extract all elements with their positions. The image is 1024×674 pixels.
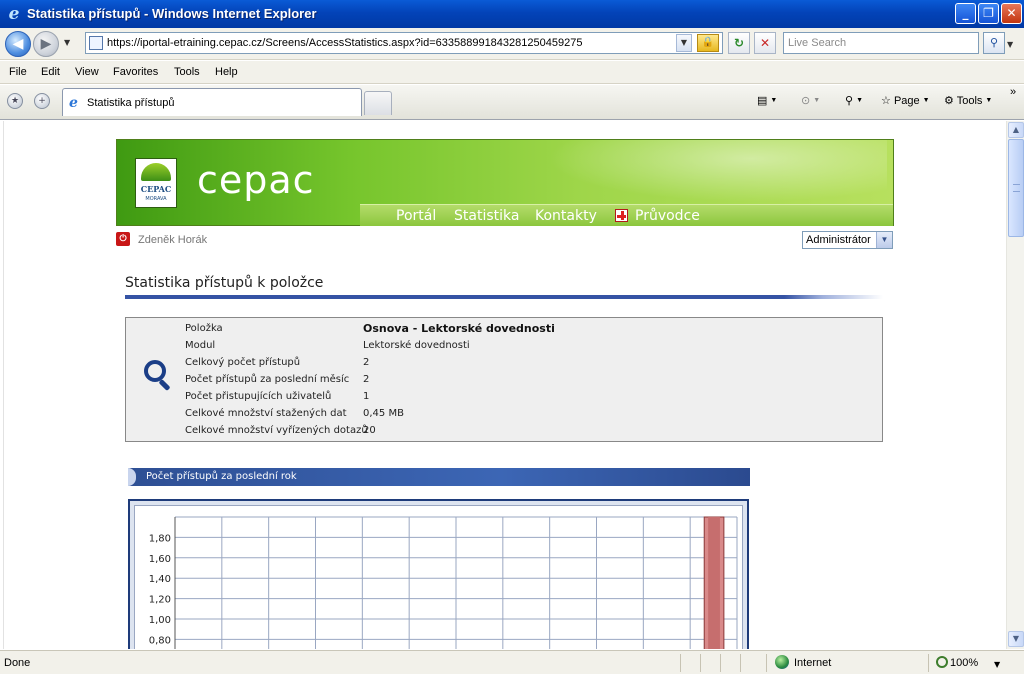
security-zone[interactable]: Internet	[775, 655, 831, 671]
chevron-down-icon[interactable]: ▼	[876, 232, 892, 248]
status-text: Done	[4, 657, 31, 669]
chart-bar-shade	[708, 517, 720, 649]
y-tick-label: 1,60	[149, 554, 171, 565]
tab-bar: ★ + e Statistika přístupů ▤ ▼ ⊙ ▼ ⚲ ▼ ☆ Pag…	[0, 85, 1024, 120]
vertical-scrollbar[interactable]: ▲ ▼	[1006, 121, 1024, 649]
info-row: Modul Lektorské dovednosti	[185, 340, 470, 351]
add-favorite-icon[interactable]: +	[34, 93, 50, 109]
y-tick-label: 1,80	[149, 533, 171, 544]
window-title: Statistika přístupů - Windows Internet E…	[27, 6, 317, 21]
address-bar[interactable]: https://iportal-etraining.cepac.cz/Scree…	[85, 32, 723, 54]
user-row: ⏻ Zdeněk Horák Administrátor ▼	[116, 231, 894, 249]
print-icon[interactable]: ⊙ ▼	[801, 94, 820, 108]
title-underline	[125, 295, 883, 299]
stop-button[interactable]: ✕	[754, 32, 776, 54]
role-select[interactable]: Administrátor ▼	[802, 231, 893, 249]
more-commands[interactable]: »	[1010, 85, 1016, 99]
lock-icon[interactable]: 🔒	[697, 34, 719, 52]
research-icon[interactable]: ⚲ ▼	[845, 94, 863, 108]
menu-view[interactable]: View	[75, 65, 99, 80]
info-row: Celkové množství vyřízených dotazů 20	[185, 425, 376, 436]
logout-icon[interactable]: ⏻	[116, 232, 130, 246]
window-title-bar: e Statistika přístupů - Windows Internet…	[0, 0, 1024, 28]
menu-tools[interactable]: Tools	[174, 65, 200, 80]
access-chart: 1,80 1,60 1,40 1,20 1,00 0,80	[149, 516, 738, 649]
red-cross-icon	[615, 209, 628, 222]
live-search-input[interactable]: Live Search	[783, 32, 979, 54]
scroll-up-icon[interactable]: ▲	[1008, 122, 1024, 138]
search-icon[interactable]: ⚲	[983, 32, 1005, 54]
history-dropdown-icon[interactable]: ▼	[64, 38, 70, 47]
menu-edit[interactable]: Edit	[41, 65, 60, 80]
nav-pruvodce[interactable]: Průvodce	[635, 207, 700, 225]
y-tick-label: 1,40	[149, 574, 171, 585]
scroll-thumb[interactable]	[1008, 139, 1024, 237]
chart-area: 1,80 1,60 1,40 1,20 1,00 0,80	[134, 505, 743, 649]
feeds-icon[interactable]: ▤ ▼	[757, 94, 777, 108]
info-row: Celkové množství stažených dat 0,45 MB	[185, 408, 404, 419]
search-dropdown-icon[interactable]: ▼	[1007, 40, 1013, 49]
ie-logo-icon: e	[8, 4, 20, 24]
refresh-button[interactable]: ↻	[728, 32, 750, 54]
minimize-button[interactable]: _	[955, 3, 976, 24]
y-tick-label: 1,00	[149, 615, 171, 626]
zoom-dropdown-icon[interactable]: ▼	[994, 660, 1000, 669]
brand-name: cepac	[197, 158, 315, 202]
y-tick-label: 0,80	[149, 635, 171, 646]
restore-button[interactable]: ❐	[978, 3, 999, 24]
status-bar: Done Internet 100% ▼	[0, 650, 1024, 674]
menu-favorites[interactable]: Favorites	[113, 65, 158, 80]
page-title: Statistika přístupů k položce	[125, 275, 324, 291]
scroll-down-icon[interactable]: ▼	[1008, 631, 1024, 647]
close-button[interactable]: ✕	[1001, 3, 1022, 24]
menu-bar: File Edit View Favorites Tools Help	[0, 61, 1024, 84]
tools-gear-icon: ⚙	[944, 95, 954, 107]
page-icon	[89, 36, 103, 50]
nav-statistika[interactable]: Statistika	[454, 207, 519, 225]
menu-help[interactable]: Help	[215, 65, 238, 80]
site-nav: Portál Statistika Kontakty Průvodce	[360, 204, 893, 226]
site-header: CEPAC MORAVA cepac Portál Statistika Kon…	[116, 139, 894, 226]
y-tick-label: 1,20	[149, 595, 171, 606]
info-row: Počet přistupujících uživatelů 1	[185, 391, 370, 402]
cepac-logo[interactable]: CEPAC MORAVA	[135, 158, 177, 208]
new-tab-button[interactable]	[364, 91, 392, 115]
zoom-level[interactable]: 100%	[936, 655, 978, 671]
page-star-icon: ☆	[881, 95, 891, 107]
globe-icon	[775, 655, 789, 669]
tools-menu[interactable]: ⚙ Tools ▼	[944, 94, 992, 108]
nav-portal[interactable]: Portál	[396, 207, 436, 225]
forward-button[interactable]: ▶	[33, 31, 59, 57]
page-viewport: CEPAC MORAVA cepac Portál Statistika Kon…	[0, 121, 1006, 649]
tab-ie-icon: e	[69, 95, 78, 111]
chart-section-title: Počet přístupů za poslední rok	[146, 471, 297, 482]
tab-label: Statistika přístupů	[87, 97, 175, 109]
info-row: Celkový počet přístupů 2	[185, 357, 370, 368]
info-row: Počet přístupů za poslední měsíc 2	[185, 374, 370, 385]
nav-kontakty[interactable]: Kontakty	[535, 207, 597, 225]
page-menu[interactable]: ☆ Page ▼	[881, 94, 930, 108]
address-input[interactable]: https://iportal-etraining.cepac.cz/Scree…	[107, 36, 582, 51]
user-name: Zdeněk Horák	[138, 234, 208, 246]
back-button[interactable]: ◀	[5, 31, 31, 57]
chart-frame: 1,80 1,60 1,40 1,20 1,00 0,80	[128, 499, 749, 649]
favorites-center-icon[interactable]: ★	[7, 93, 23, 109]
zoom-icon	[936, 656, 948, 668]
item-info-panel: Položka Osnova - Lektorské dovednosti Mo…	[125, 317, 883, 442]
chart-section-header: Počet přístupů za poslední rok	[128, 468, 750, 486]
menu-file[interactable]: File	[9, 65, 27, 80]
address-toolbar: ◀ ▶ ▼ https://iportal-etraining.cepac.cz…	[0, 28, 1024, 60]
tab-active[interactable]: e Statistika přístupů	[62, 88, 362, 116]
logo-emblem-icon	[141, 163, 171, 181]
address-dropdown-icon[interactable]: ▼	[676, 34, 692, 52]
info-row: Položka Osnova - Lektorské dovednosti	[185, 322, 555, 335]
magnifier-icon	[144, 360, 166, 382]
